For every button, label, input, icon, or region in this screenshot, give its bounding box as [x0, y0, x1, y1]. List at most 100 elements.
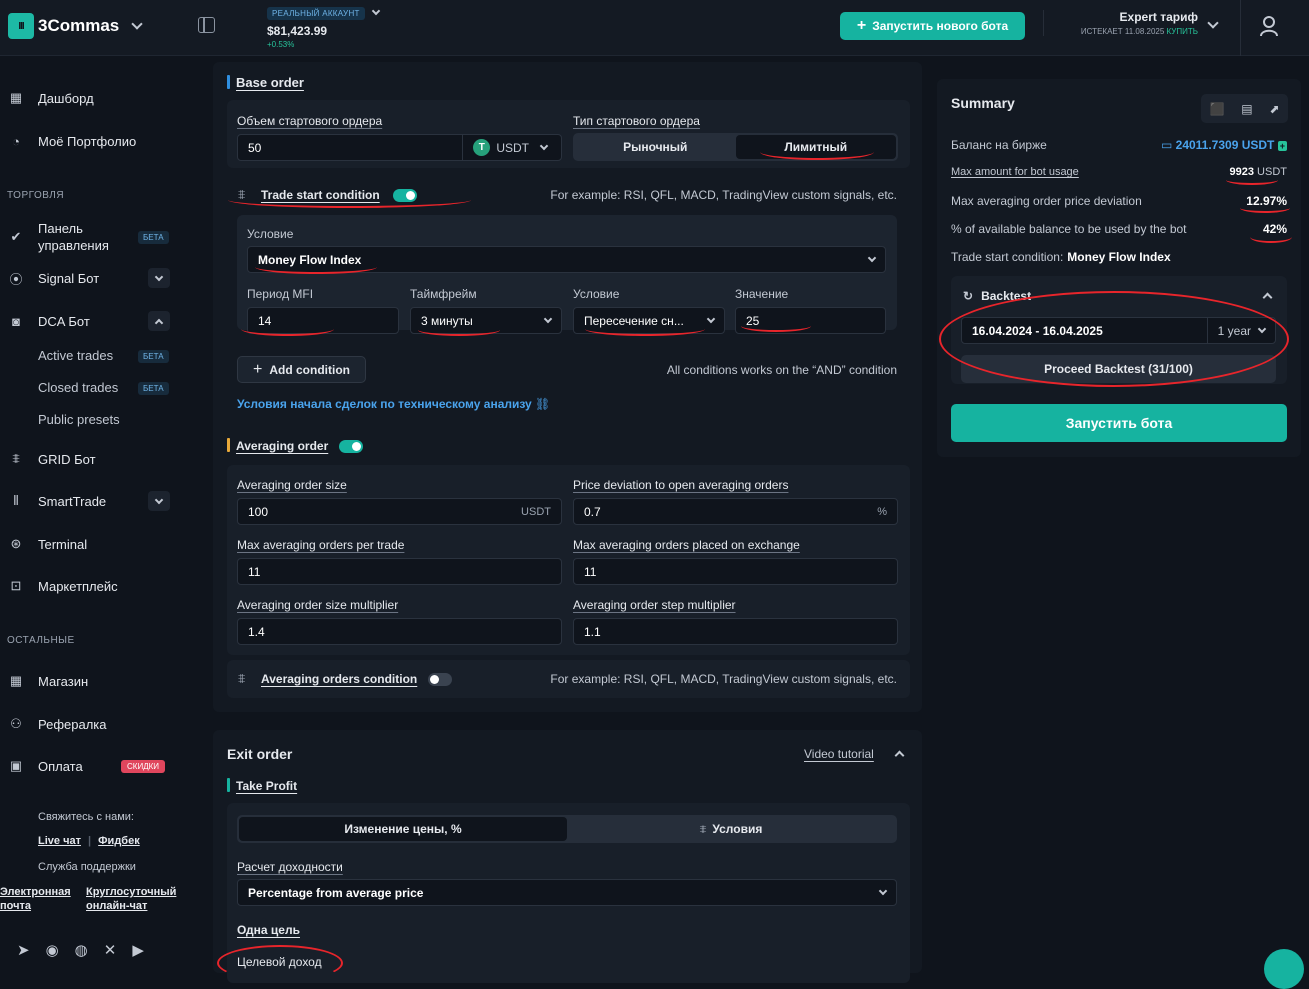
- sidebar-item-referral[interactable]: ⚇ Рефералка: [8, 716, 106, 732]
- tradingview-icon[interactable]: ⬛: [1209, 102, 1224, 116]
- x-icon[interactable]: ✕: [104, 941, 117, 959]
- summary-view-switcher: ⬛ ▤ ⬈: [1201, 94, 1288, 123]
- line-chart-icon[interactable]: ⬈: [1269, 102, 1279, 116]
- tariff-info[interactable]: Expert тариф ИСТЕКАЕТ 11.08.2025 КУПИТЬ: [1043, 10, 1198, 36]
- expand-smarttrade-button[interactable]: [148, 491, 170, 511]
- section-marker: [227, 438, 230, 452]
- summary-panel: Summary ⬛ ▤ ⬈ Баланс на бирже ▭ 24011.73…: [937, 79, 1301, 457]
- chat247-link[interactable]: Круглосуточный онлайн-чат: [86, 885, 186, 913]
- tab-price-change[interactable]: Изменение цены, %: [239, 817, 567, 841]
- cond2-label: Условие: [573, 287, 620, 301]
- unit-label: %: [877, 505, 887, 518]
- currency-select[interactable]: T USDT: [462, 135, 551, 160]
- condition-label: Условие: [247, 227, 294, 241]
- max-per-trade-label: Max averaging orders per trade: [237, 538, 405, 552]
- sidebar-item-active-trades[interactable]: Active trades: [38, 348, 113, 363]
- chevron-up-icon[interactable]: [894, 750, 905, 761]
- max-exchange-input[interactable]: 11: [573, 558, 898, 585]
- summary-title: Summary: [951, 95, 1015, 111]
- logo[interactable]: III 3Commas: [8, 13, 143, 39]
- averaging-condition-hint: For example: RSI, QFL, MACD, TradingView…: [550, 672, 897, 686]
- chart-icon: ⩨: [238, 671, 246, 686]
- sidebar-item-dashboard[interactable]: ▦ Дашборд: [8, 90, 94, 106]
- deviation-label: Price deviation to open averaging orders: [573, 478, 789, 492]
- user-icon[interactable]: [1259, 15, 1279, 37]
- youtube-icon[interactable]: ▶: [132, 941, 144, 959]
- link-icon: ⛓: [535, 397, 551, 411]
- sidebar-item-payment[interactable]: ▣ Оплата: [8, 758, 83, 774]
- account-change: +0.53%: [267, 40, 295, 49]
- sidebar-toggle-icon[interactable]: [198, 17, 215, 33]
- sidebar-item-closed-trades[interactable]: Closed trades: [38, 380, 118, 395]
- value-label: Значение: [735, 287, 789, 301]
- balance-value[interactable]: ▭ 24011.7309 USDT +: [1161, 138, 1287, 152]
- add-funds-icon[interactable]: +: [1277, 141, 1287, 151]
- expand-signal-bot-button[interactable]: [148, 268, 170, 288]
- grid-chart-icon: ⩨: [12, 451, 20, 466]
- sidebar-item-public-presets[interactable]: Public presets: [38, 412, 120, 427]
- video-tutorial-link[interactable]: Video tutorial: [804, 747, 874, 761]
- sidebar-item-dca-bot[interactable]: ◙ DCA Бот: [8, 313, 90, 329]
- grid-icon: ▦: [9, 90, 23, 105]
- chevron-down-icon[interactable]: [1207, 17, 1219, 29]
- sidebar-item-marketplace[interactable]: ⊡ Маркетплейс: [8, 578, 118, 594]
- averaging-toggle[interactable]: [339, 440, 363, 453]
- sidebar-item-panel[interactable]: ✔ Панель управления БЕТА: [8, 220, 169, 254]
- chevron-down-icon[interactable]: [131, 18, 143, 30]
- email-link[interactable]: Электронная почта: [0, 885, 75, 913]
- averaging-size-value: 100: [248, 504, 269, 519]
- max-per-trade-value: 11: [248, 564, 261, 579]
- launch-new-bot-button[interactable]: + Запустить нового бота: [840, 12, 1025, 40]
- averaging-condition-title: Averaging orders condition: [261, 672, 418, 686]
- size-multiplier-input[interactable]: 1.4: [237, 618, 562, 645]
- sidebar-item-signal-bot[interactable]: ⦿ Signal Бот: [8, 270, 99, 287]
- section-other-label: ОСТАЛЬНЫЕ: [7, 635, 75, 646]
- max-exchange-value: 11: [584, 564, 597, 579]
- averaging-size-input[interactable]: 100 USDT: [237, 498, 562, 525]
- discord-icon[interactable]: ◉: [46, 941, 59, 959]
- account-balance: $81,423.99: [267, 24, 328, 38]
- volume-input[interactable]: 50 T USDT: [237, 134, 562, 161]
- annotation-mark: [1250, 231, 1292, 243]
- step-multiplier-input[interactable]: 1.1: [573, 618, 898, 645]
- deviation-input[interactable]: 0.7%: [573, 498, 898, 525]
- user-icon[interactable]: [1240, 0, 1241, 56]
- exit-order-title: Exit order: [227, 746, 293, 762]
- discount-badge: СКИДКИ: [121, 760, 166, 773]
- annotation-mark: [418, 324, 500, 336]
- trade-start-hint: For example: RSI, QFL, MACD, TradingView…: [550, 188, 897, 202]
- currency-label: USDT: [496, 140, 529, 155]
- feedback-link[interactable]: Фидбек: [98, 835, 140, 847]
- sidebar-item-smarttrade[interactable]: ⫴ SmartTrade: [8, 493, 106, 509]
- reddit-icon[interactable]: ◍: [75, 941, 88, 959]
- sidebar: ▦ Дашборд ◔ Моё Портфолио ТОРГОВЛЯ ✔ Панель…: [0, 56, 200, 973]
- telegram-icon[interactable]: ➤: [17, 941, 30, 959]
- ta-link-label: Условия начала сделок по техническому ан…: [237, 397, 532, 411]
- collapse-dca-bot-button[interactable]: [148, 311, 170, 331]
- chevron-down-icon[interactable]: [371, 6, 380, 16]
- sidebar-item-terminal[interactable]: ⊛ Terminal: [8, 536, 88, 552]
- calc-select[interactable]: Percentage from average price: [237, 879, 897, 906]
- add-condition-button[interactable]: + Add condition: [237, 356, 366, 383]
- sidebar-item-label: Маркетплейс: [38, 578, 118, 594]
- order-type-market[interactable]: Рыночный: [575, 135, 736, 159]
- chevron-down-icon: [867, 253, 877, 263]
- check-circle-icon: ✔: [10, 229, 22, 244]
- account-switcher[interactable]: РЕАЛЬНЫЙ АККАУНТ $81,423.99 +0.53%: [267, 4, 380, 49]
- sidebar-item-portfolio[interactable]: ◔ Моё Портфолио: [8, 133, 136, 149]
- start-bot-button[interactable]: Запустить бота: [951, 404, 1287, 442]
- averaging-condition-toggle[interactable]: [428, 673, 452, 686]
- chat-widget-icon[interactable]: [1264, 949, 1304, 989]
- ta-conditions-link[interactable]: Условия начала сделок по техническому ан…: [237, 397, 550, 411]
- sidebar-item-label: Active trades: [38, 348, 114, 363]
- sidebar-item-label: Public presets: [38, 412, 120, 427]
- live-chat-link[interactable]: Live чат: [38, 835, 81, 847]
- table-icon[interactable]: ▤: [1241, 102, 1252, 116]
- sidebar-item-label: Closed trades: [38, 380, 119, 395]
- tariff-buy-link[interactable]: КУПИТЬ: [1167, 27, 1198, 36]
- sidebar-item-grid-bot[interactable]: ⩨ GRID Бот: [8, 451, 95, 467]
- tab-conditions[interactable]: ⩨ Условия: [567, 817, 895, 841]
- sidebar-item-shop[interactable]: ▦ Магазин: [8, 673, 88, 689]
- max-per-trade-input[interactable]: 11: [237, 558, 562, 585]
- annotation-mark: [228, 192, 471, 208]
